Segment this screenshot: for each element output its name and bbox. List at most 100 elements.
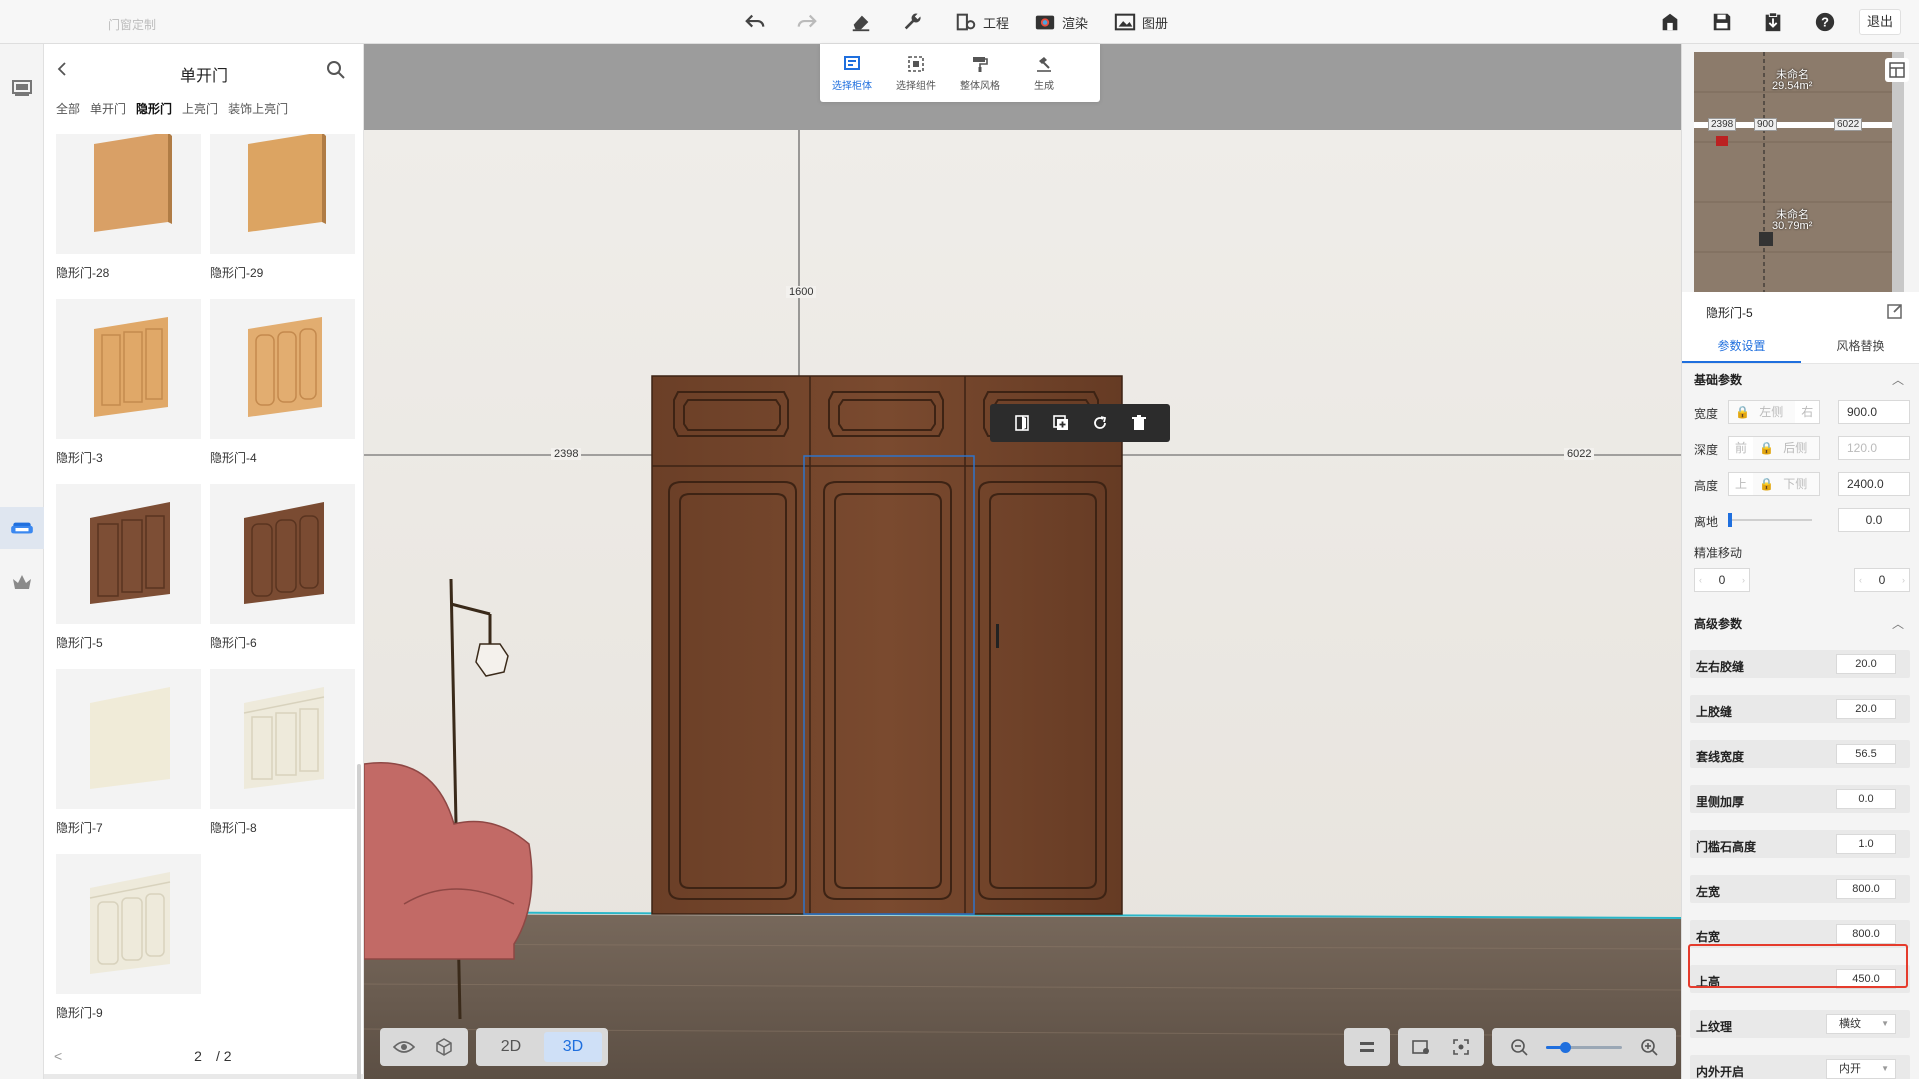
adv-input-inner-thicken[interactable]: 0.0 [1836, 789, 1896, 809]
mode-2d-button[interactable]: 2D [482, 1032, 540, 1062]
stepper-right-icon[interactable]: › [1742, 575, 1745, 585]
basic-params-header[interactable]: 基础参数 ︿ [1682, 366, 1912, 394]
offset-slider[interactable] [1728, 519, 1812, 521]
depth-input[interactable]: 120.0 [1838, 436, 1910, 460]
eraser-icon [852, 15, 870, 32]
height-input[interactable]: 2400.0 [1838, 472, 1910, 496]
catalog-tab-transom[interactable]: 上亮门 [182, 100, 218, 117]
delete-button[interactable] [1128, 412, 1150, 434]
camera-settings-button[interactable] [1404, 1032, 1438, 1062]
fine-move-x-stepper[interactable]: ‹ 0 › [1694, 568, 1750, 592]
catalog-tab-all[interactable]: 全部 [56, 100, 80, 117]
depth-anchor-front[interactable]: 前 [1729, 437, 1753, 459]
exit-button[interactable]: 退出 [1859, 9, 1901, 35]
item-thumbnail [210, 484, 355, 624]
adv-input-trim-width[interactable]: 56.5 [1836, 744, 1896, 764]
width-anchor-right[interactable]: 右 [1795, 401, 1819, 423]
mode-3d-button[interactable]: 3D [544, 1032, 602, 1062]
wrench-button[interactable] [902, 10, 924, 34]
stepper-right-icon[interactable]: › [1902, 575, 1905, 585]
nav-item-library[interactable] [8, 74, 36, 102]
catalog-tab-deco-transom[interactable]: 装饰上亮门 [228, 100, 288, 117]
cube-view-button[interactable] [426, 1032, 462, 1062]
project-button[interactable]: 工程 [955, 10, 1009, 34]
adv-label: 右宽 [1696, 930, 1721, 944]
rotate-button[interactable] [1089, 412, 1111, 434]
zoom-out-button[interactable] [1502, 1032, 1536, 1062]
catalog-item[interactable]: 隐形门-9 [56, 854, 201, 1024]
height-anchor-bottom[interactable]: 🔒 下侧 [1753, 473, 1820, 495]
offset-slider-thumb[interactable] [1728, 513, 1732, 527]
nav-item-doors[interactable] [0, 507, 44, 549]
fit-view-button[interactable] [1444, 1032, 1478, 1062]
visibility-button[interactable] [386, 1032, 422, 1062]
palette-overall-style[interactable]: 整体风格 [948, 44, 1012, 102]
item-thumbnail [56, 669, 201, 809]
catalog-item[interactable]: 隐形门-3 [56, 299, 201, 474]
select-component-icon [908, 55, 924, 72]
help-button[interactable]: ? [1814, 10, 1836, 34]
width-input[interactable]: 900.0 [1838, 400, 1910, 424]
advanced-params-header[interactable]: 高级参数 ︿ [1682, 610, 1912, 638]
floor-plan-minimap[interactable]: 未命名 29.54m² 未命名 30.79m² 2398 900 6022 [1694, 52, 1904, 292]
prev-page-button[interactable]: < [54, 1048, 62, 1064]
catalog-tab-hidden[interactable]: 隐形门 [136, 100, 172, 117]
top-texture-select[interactable]: 横纹 ▼ [1826, 1014, 1896, 1034]
zoom-in-button[interactable] [1632, 1032, 1666, 1062]
catalog-item[interactable]: 隐形门-4 [210, 299, 355, 474]
fine-move-y-stepper[interactable]: ‹ 0 › [1854, 568, 1910, 592]
stepper-left-icon[interactable]: ‹ [1699, 575, 1702, 585]
door-panel-shape [90, 687, 170, 789]
catalog-item[interactable]: 隐形门-5 [56, 484, 201, 659]
tab-parameters[interactable]: 参数设置 [1682, 330, 1801, 363]
adv-input-seam-top[interactable]: 20.0 [1836, 699, 1896, 719]
catalog-item[interactable]: 隐形门-7 [56, 669, 201, 844]
catalog-item[interactable]: 隐形门-29 [210, 134, 355, 289]
height-label: 高度 [1694, 479, 1719, 493]
album-button[interactable]: 图册 [1114, 10, 1168, 34]
render-button[interactable]: 渲染 [1034, 10, 1088, 34]
home-button[interactable] [1659, 10, 1681, 34]
select-cabinet-icon [844, 55, 860, 70]
viewport-3d[interactable]: 1600 2398 6022 [364, 44, 1681, 1079]
palette-generate[interactable]: 生成 [1012, 44, 1076, 102]
copy-button[interactable] [1050, 412, 1072, 434]
zoom-slider[interactable] [1546, 1041, 1622, 1053]
catalog-item[interactable]: 隐形门-8 [210, 669, 355, 844]
catalog-item[interactable]: 隐形门-6 [210, 484, 355, 659]
export-button[interactable] [1762, 10, 1784, 34]
fine-move-row: 精准移动 [1694, 542, 1910, 560]
catalog-scrollbar[interactable] [357, 764, 361, 1079]
mirror-button[interactable] [1011, 412, 1033, 434]
stepper-left-icon[interactable]: ‹ [1859, 575, 1862, 585]
palette-select-component[interactable]: 选择组件 [884, 44, 948, 102]
redo-button[interactable] [796, 10, 818, 34]
adv-input-right-width[interactable]: 800.0 [1836, 924, 1896, 944]
palette-select-cabinet[interactable]: 选择柜体 [820, 44, 884, 102]
adv-input-left-width[interactable]: 800.0 [1836, 879, 1896, 899]
layers-button[interactable] [1350, 1032, 1384, 1062]
undo-button[interactable] [744, 10, 766, 34]
tab-style-replace[interactable]: 风格替换 [1801, 330, 1919, 363]
offset-input[interactable]: 0.0 [1838, 508, 1910, 532]
adv-input-seam-lr[interactable]: 20.0 [1836, 654, 1896, 674]
album-icon [1114, 13, 1136, 31]
project-icon [956, 13, 976, 31]
item-name: 隐形门-3 [56, 451, 103, 465]
minimap-toggle-button[interactable] [1885, 58, 1909, 82]
save-button[interactable] [1711, 10, 1733, 34]
nav-item-premium[interactable] [8, 568, 36, 596]
adv-input-threshold-height[interactable]: 1.0 [1836, 834, 1896, 854]
zoom-thumb[interactable] [1560, 1041, 1571, 1053]
catalog-tab-single[interactable]: 单开门 [90, 100, 126, 117]
height-anchor-top[interactable]: 上 [1729, 473, 1753, 495]
catalog-item[interactable]: 隐形门-28 [56, 134, 201, 289]
eraser-button[interactable] [850, 10, 872, 34]
depth-anchor-back[interactable]: 🔒 后侧 [1753, 437, 1820, 459]
rotate-icon [1093, 416, 1106, 429]
width-anchor-left[interactable]: 🔒 左侧 [1729, 401, 1796, 423]
page-input[interactable]: 2 [184, 1046, 212, 1066]
search-icon[interactable] [326, 60, 346, 80]
edit-icon[interactable] [1886, 302, 1904, 320]
open-direction-select[interactable]: 内开 ▼ [1826, 1059, 1896, 1079]
